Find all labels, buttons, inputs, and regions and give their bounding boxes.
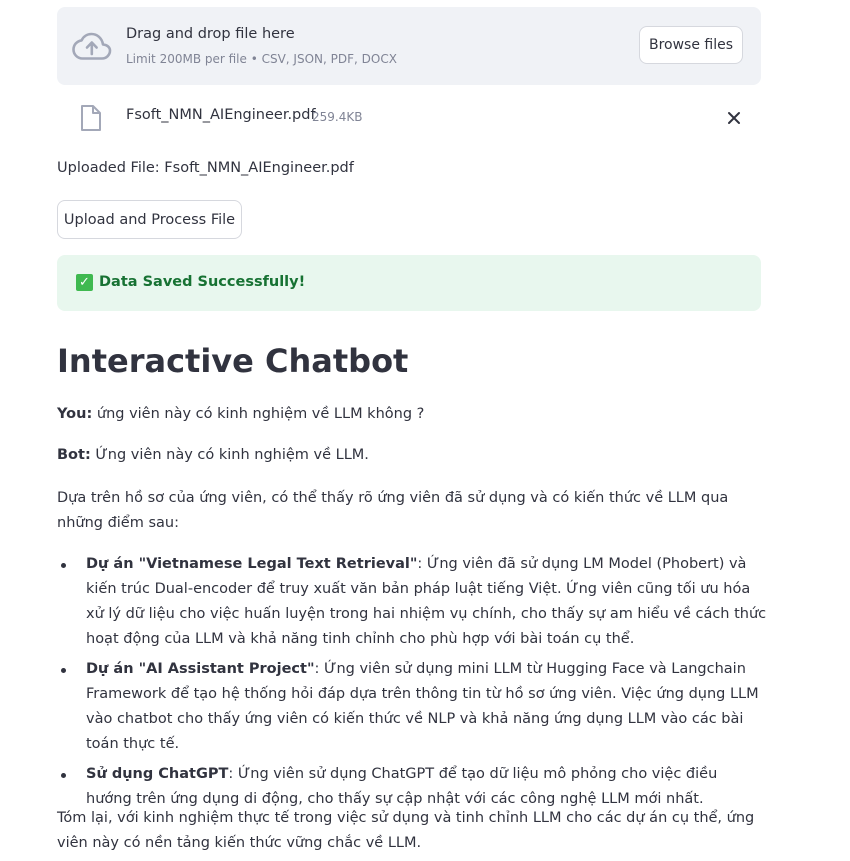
bot-intro: Dựa trên hồ sơ của ứng viên, có thể thấy… [57,490,729,531]
list-item: Dự án "AI Assistant Project": Ứng viên s… [57,657,767,757]
bot-message: Bot: Ứng viên này có kinh nghiệm về LLM. [57,447,369,463]
uploaded-file-size: 259.4KB [312,110,363,124]
list-item: Sử dụng ChatGPT: Ứng viên sử dụng ChatGP… [57,762,767,812]
bot-message-text: Ứng viên này có kinh nghiệm về LLM. [95,447,369,463]
success-message: Data Saved Successfully! [99,274,306,290]
user-message: You: ứng viên này có kinh nghiệm về LLM … [57,406,424,422]
bot-label: Bot: [57,447,91,463]
check-icon: ✓ [76,274,93,291]
bullet-title: Sử dụng ChatGPT [86,766,229,782]
uploaded-file-label: Uploaded File: Fsoft_NMN_AIEngineer.pdf [57,160,354,176]
bullet-title: Dự án "AI Assistant Project" [86,661,315,677]
list-item: Dự án "Vietnamese Legal Text Retrieval":… [57,552,767,652]
bot-bullet-list: Dự án "Vietnamese Legal Text Retrieval":… [57,552,767,817]
uploaded-file-name: Fsoft_NMN_AIEngineer.pdf [126,107,316,123]
cloud-upload-icon [72,32,112,60]
dropzone-limit: Limit 200MB per file • CSV, JSON, PDF, D… [126,52,397,66]
close-icon[interactable] [726,110,742,126]
bot-conclusion: Tóm lại, với kinh nghiệm thực tế trong v… [57,810,755,851]
user-message-text: ứng viên này có kinh nghiệm về LLM không… [96,406,425,422]
bullet-dot [61,773,66,778]
bullet-dot [61,668,66,673]
page-title: Interactive Chatbot [57,342,409,380]
bullet-dot [61,563,66,568]
file-icon [81,105,101,131]
browse-files-button[interactable]: Browse files [639,26,743,64]
upload-process-button[interactable]: Upload and Process File [57,200,242,239]
bullet-title: Dự án "Vietnamese Legal Text Retrieval" [86,556,418,572]
dropzone-title: Drag and drop file here [126,26,295,42]
user-label: You: [57,406,93,422]
